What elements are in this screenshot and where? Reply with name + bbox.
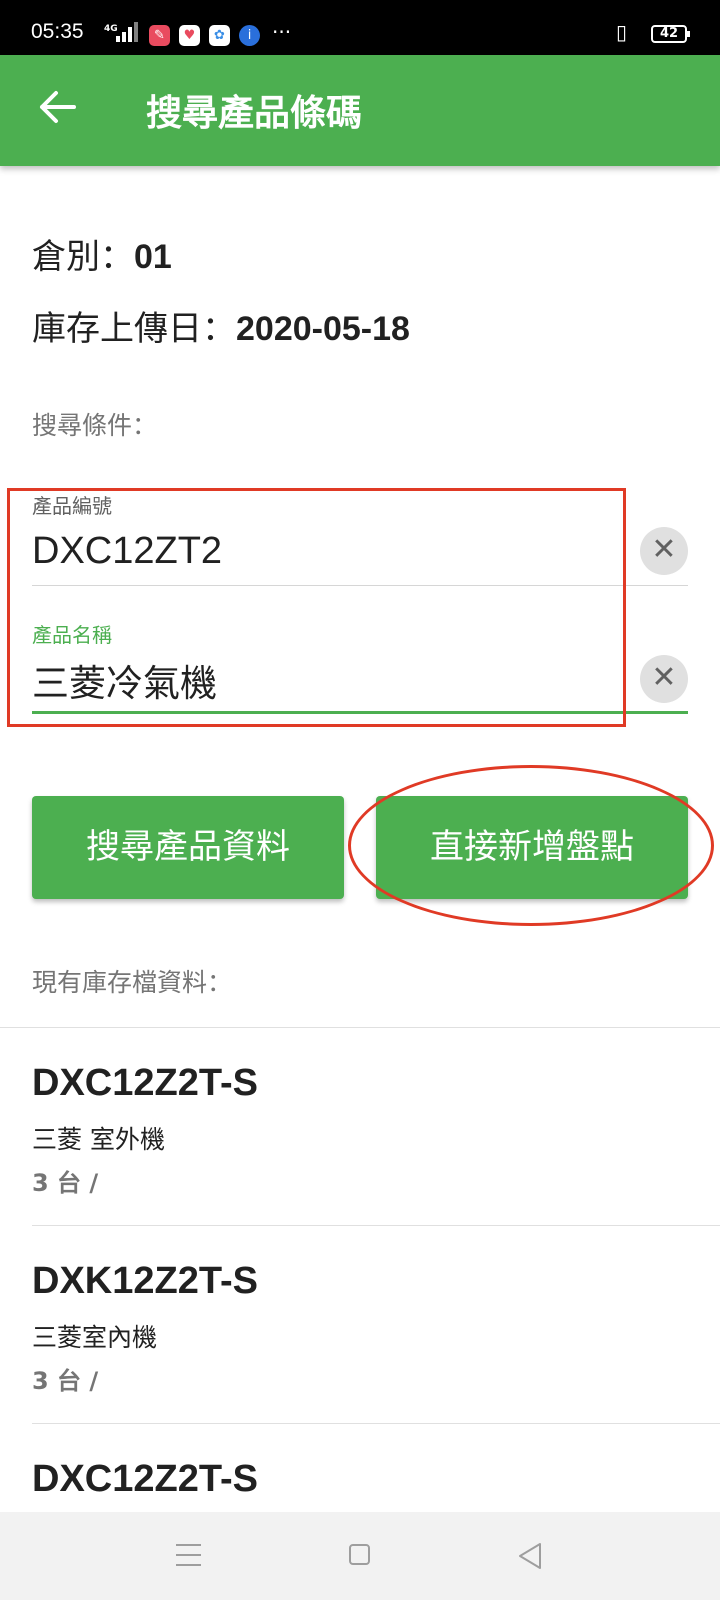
- info-app-icon: i: [239, 25, 260, 46]
- divider: [32, 1423, 720, 1424]
- item-quantity: 3 台 /: [32, 1169, 99, 1197]
- close-icon: ✕: [651, 532, 677, 567]
- page-title: 搜尋產品條碼: [146, 93, 363, 134]
- divider: [32, 1225, 720, 1226]
- search-conditions-label: 搜尋條件：: [32, 411, 158, 440]
- photos-app-icon: ✿: [209, 25, 230, 46]
- menu-icon[interactable]: [176, 1544, 201, 1566]
- item-code: DXK12Z2T-S: [32, 1260, 258, 1302]
- upload-date-value: 2020-05-18: [236, 310, 410, 348]
- vibrate-icon: ▯: [616, 20, 628, 44]
- battery-icon: 42: [651, 25, 690, 43]
- clear-product-code-button[interactable]: ✕: [640, 527, 688, 575]
- pin-app-icon: ✎: [149, 25, 170, 46]
- upload-date-label: 庫存上傳日：: [32, 309, 236, 349]
- warehouse-value: 01: [134, 238, 172, 276]
- signal-icon: [116, 22, 138, 42]
- close-icon: ✕: [651, 660, 677, 695]
- search-product-button[interactable]: 搜尋產品資料: [32, 796, 344, 899]
- app-bar: 搜尋產品條碼: [0, 55, 720, 166]
- item-code: DXC12Z2T-S: [32, 1458, 258, 1500]
- status-time: 05:35: [31, 20, 84, 43]
- system-nav-bar: [0, 1512, 720, 1600]
- item-code: DXC12Z2T-S: [32, 1062, 258, 1104]
- upload-date-info: 庫存上傳日：2020-05-18: [32, 301, 410, 350]
- home-icon[interactable]: [349, 1544, 370, 1565]
- arrow-left-icon[interactable]: [34, 83, 82, 131]
- health-app-icon: ♥: [179, 25, 200, 46]
- back-triangle-icon[interactable]: [517, 1542, 543, 1570]
- inventory-section-label: 現有庫存檔資料：: [32, 968, 233, 997]
- item-name: 三菱 室外機: [32, 1125, 165, 1154]
- item-name: 三菱室內機: [32, 1323, 158, 1352]
- fields-highlight-box: [7, 488, 626, 727]
- status-bar: 05:35 4G ✎ ♥ ✿ i ··· ▯ 42: [0, 0, 720, 55]
- warehouse-label: 倉別：: [32, 237, 134, 277]
- clear-product-name-button[interactable]: ✕: [640, 655, 688, 703]
- add-button-highlight-circle: [348, 765, 714, 926]
- item-quantity: 3 台 /: [32, 1367, 99, 1395]
- divider: [0, 1027, 720, 1028]
- more-notifications-icon: ···: [272, 20, 292, 44]
- warehouse-info: 倉別：01: [32, 229, 172, 278]
